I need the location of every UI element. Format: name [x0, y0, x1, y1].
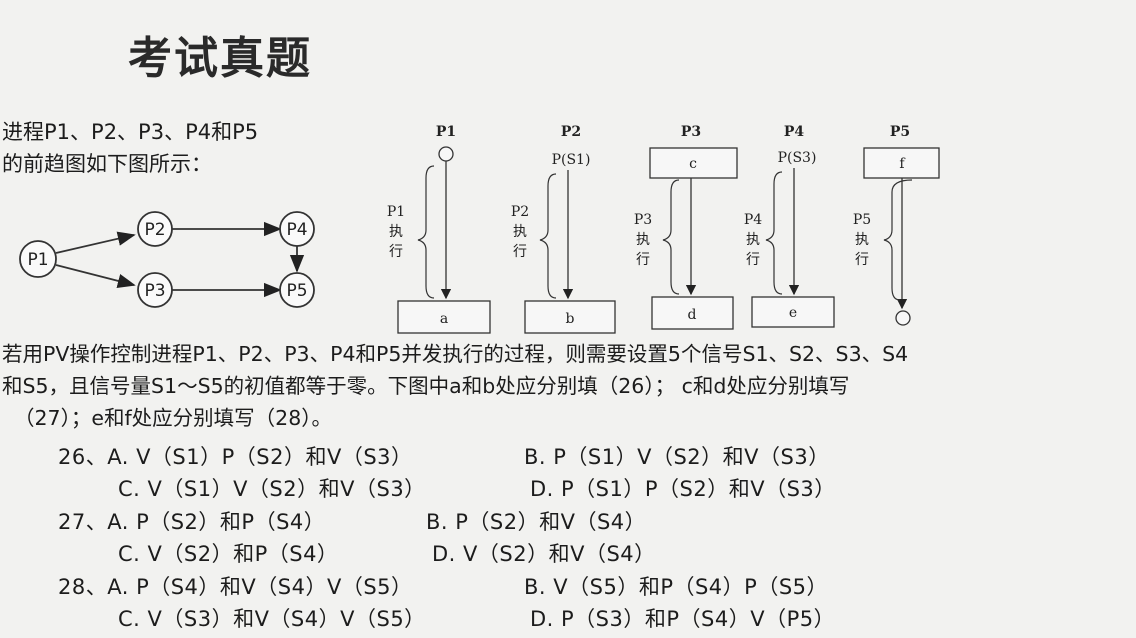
q27-option-a: 27、A. P（S2）和P（S4） [58, 510, 326, 534]
node-p4: P4 [279, 211, 315, 247]
proc-column-p2: P(S1) P2 执 行 b [511, 152, 616, 334]
brace-p5 [883, 179, 913, 301]
top-label-p2: P(S1) [552, 152, 591, 168]
q27-option-b: B. P（S2）和V（S4） [426, 510, 647, 534]
pv-line-1: 若用PV操作控制进程P1、P2、P3、P4和P5并发执行的过程，则需要设置5个信… [2, 342, 909, 366]
exec-label-p1-3: 行 [389, 244, 403, 260]
q27-option-d: D. V（S2）和V（S4） [432, 542, 656, 566]
box-d-label: d [688, 307, 697, 323]
q26-option-c: C. V（S1）V（S2）和V（S3） [118, 477, 426, 501]
exec-label-p1-2: 执 [389, 224, 403, 240]
node-label-p4: P4 [286, 220, 307, 240]
exec-label-p3-2: 执 [636, 232, 650, 248]
exec-label-p1-1: P1 [387, 204, 405, 220]
pv-line-2: 和S5，且信号量S1～S5的初值都等于零。下图中a和b处应分别填（26）； c和… [2, 374, 850, 398]
q28-option-c: C. V（S3）和V（S4）V（S5） [118, 607, 426, 631]
proc-column-p1: P1 执 行 a [387, 146, 491, 334]
node-label-p3: P3 [144, 281, 165, 301]
proc-header-p3: P3 [681, 124, 701, 140]
q26-option-b: B. P（S1）V（S2）和V（S3） [524, 445, 830, 469]
pv-line-3: （27）；e和f处应分别填写（28）。 [14, 406, 332, 430]
exec-label-p5-3: 行 [855, 252, 869, 268]
box-a-label: a [440, 311, 448, 327]
node-p1: P1 [19, 240, 57, 278]
q28-option-d: D. P（S3）和P（S4）V（P5） [530, 607, 836, 631]
brace-p3 [662, 179, 680, 295]
node-p3: P3 [137, 272, 173, 308]
exec-label-p2-1: P2 [511, 204, 529, 220]
proc-header-p5: P5 [890, 124, 910, 140]
edge-p1-p2 [55, 231, 136, 254]
node-p2: P2 [137, 211, 173, 247]
node-label-p1: P1 [27, 250, 48, 270]
q26-option-d: D. P（S1）P（S2）和V（S3） [530, 477, 836, 501]
top-label-p4: P(S3) [778, 150, 817, 166]
start-circle-p1 [438, 146, 454, 162]
exec-label-p5-1: P5 [853, 212, 871, 228]
box-b-label: b [566, 311, 575, 327]
exec-label-p3-1: P3 [634, 212, 652, 228]
exec-label-p5-2: 执 [855, 232, 869, 248]
proc-column-p4: P(S3) P4 执 行 e [744, 150, 835, 328]
execution-diagram: P1 P2 P3 P4 P5 P1 执 行 a P(S1) P2 执 行 b c [387, 124, 940, 334]
pv-question-text: 若用PV操作控制进程P1、P2、P3、P4和P5并发执行的过程，则需要设置5个信… [2, 338, 1136, 434]
intro-line-1: 进程P1、P2、P3、P4和P5 [2, 120, 259, 144]
edge-p1-p3 [55, 264, 136, 288]
q28-option-a: 28、A. P（S4）和V（S4）V（S5） [58, 575, 413, 599]
box-c-label: c [689, 156, 697, 172]
q28-option-b: B. V（S5）和P（S4）P（S5） [524, 575, 829, 599]
intro-text: 进程P1、P2、P3、P4和P5 的前趋图如下图所示： [2, 116, 258, 180]
precedence-graph: P1 P2 P3 P4 P5 [19, 211, 315, 308]
node-p5: P5 [279, 272, 315, 308]
exec-label-p3-3: 行 [636, 252, 650, 268]
page-title: 考试真题 [128, 33, 312, 84]
proc-header-p4: P4 [784, 124, 805, 140]
proc-column-p5: f P5 执 行 [853, 147, 940, 326]
end-circle-p5 [895, 310, 911, 326]
node-label-p2: P2 [144, 220, 165, 240]
exec-label-p2-2: 执 [513, 224, 527, 240]
proc-header-p2: P2 [561, 124, 581, 140]
box-e-label: e [789, 305, 797, 321]
intro-line-2: 的前趋图如下图所示： [2, 152, 212, 176]
brace-p2 [539, 173, 557, 299]
brace-p4 [765, 171, 783, 295]
q26-option-a: 26、A. V（S1）P（S2）和V（S3） [58, 445, 413, 469]
exec-label-p4-3: 行 [746, 252, 760, 268]
exec-label-p4-1: P4 [744, 212, 762, 228]
node-label-p5: P5 [286, 281, 307, 301]
exec-label-p4-2: 执 [746, 232, 760, 248]
q27-option-c: C. V（S2）和P（S4） [118, 542, 339, 566]
brace-p1 [417, 165, 435, 299]
proc-column-p3: c P3 执 行 d [634, 147, 738, 330]
exec-label-p2-3: 行 [513, 244, 527, 260]
proc-header-p1: P1 [436, 124, 456, 140]
